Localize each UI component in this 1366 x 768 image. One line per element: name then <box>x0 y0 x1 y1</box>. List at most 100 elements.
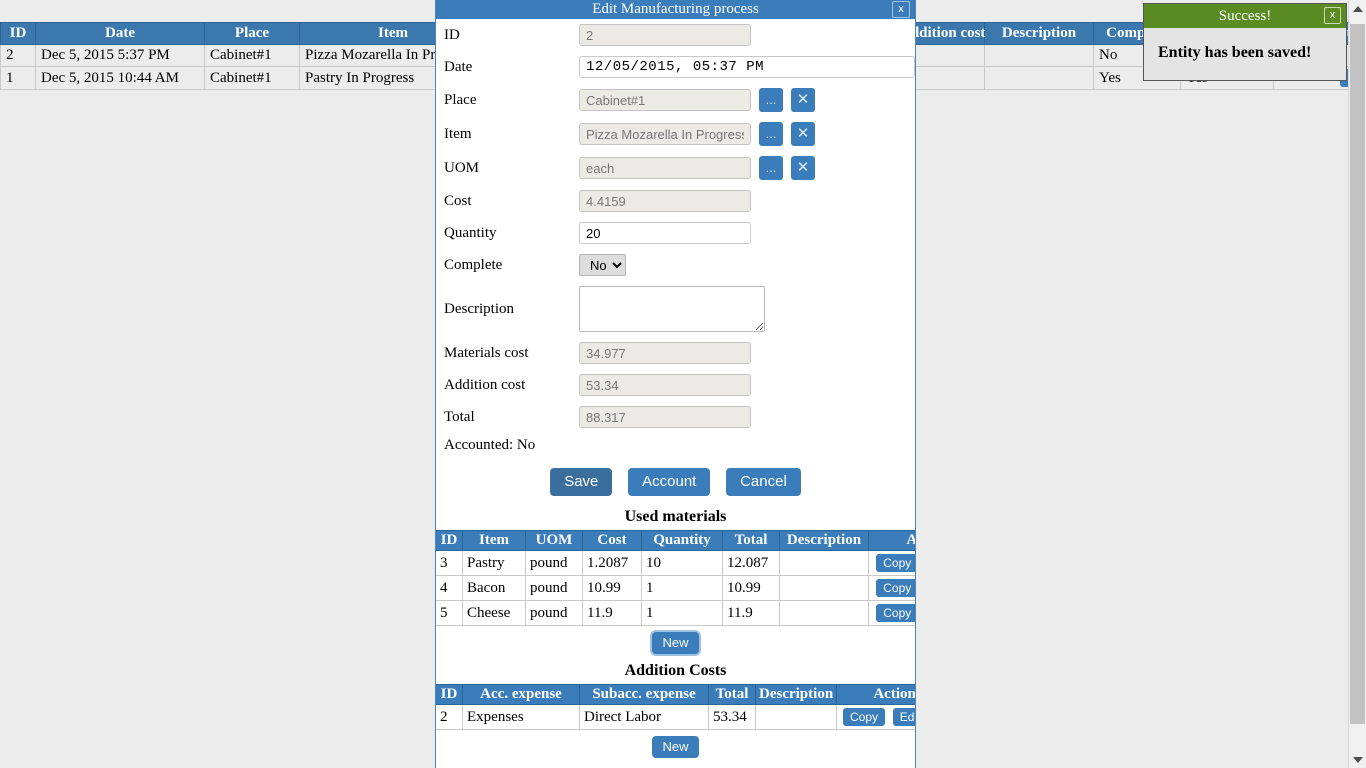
column-header-description: Description <box>780 531 869 551</box>
scroll-up-icon[interactable] <box>1349 0 1366 17</box>
item-picker-button[interactable]: ... <box>759 122 783 146</box>
column-header-cost: Cost <box>583 531 642 551</box>
id-input[interactable] <box>579 24 751 46</box>
cell-date: Dec 5, 2015 5:37 PM <box>36 45 205 67</box>
page-scrollbar[interactable] <box>1348 0 1366 768</box>
field-row-id: ID <box>436 19 915 51</box>
uom-picker-button[interactable]: ... <box>759 156 783 180</box>
accounted-status: Accounted: No <box>436 433 915 456</box>
notification-title: Success! <box>1219 8 1272 24</box>
cell-cost: 11.9 <box>583 601 642 626</box>
used-materials-table: ID Item UOM Cost Quantity Total Descript… <box>435 530 916 626</box>
cell-actions: Copy Reverse <box>869 576 917 601</box>
account-button[interactable]: Account <box>628 468 710 496</box>
cell-acc-expense: Expenses <box>463 705 580 730</box>
cell-total: 12.087 <box>723 551 780 576</box>
cell-description <box>780 601 869 626</box>
cell-total: 11.9 <box>723 601 780 626</box>
column-header-id: ID <box>436 531 463 551</box>
addition-costs-new-row: New <box>436 730 915 764</box>
uom-input[interactable] <box>579 157 751 179</box>
dialog-action-buttons: Save Account Cancel <box>436 456 915 506</box>
column-header-total: Total <box>723 531 780 551</box>
column-header-acc-expense: Acc. expense <box>463 685 580 705</box>
addition-costs-title: Addition Costs <box>436 660 915 684</box>
copy-button[interactable]: Copy <box>876 604 916 622</box>
cost-input[interactable] <box>579 190 751 212</box>
column-header-quantity: Quantity <box>642 531 723 551</box>
cell-description <box>756 705 837 730</box>
notification-close-icon[interactable]: x <box>1324 7 1341 24</box>
cell-uom: pound <box>526 576 583 601</box>
field-row-quantity: Quantity <box>436 217 915 249</box>
table-row: 2 Expenses Direct Labor 53.34 Copy Edit … <box>436 705 917 730</box>
column-header-description: Description <box>756 685 837 705</box>
edit-button[interactable]: Edit <box>893 708 916 726</box>
cell-cost: 10.99 <box>583 576 642 601</box>
scroll-down-icon[interactable] <box>1349 751 1366 768</box>
cell-uom: pound <box>526 601 583 626</box>
table-header-row: ID Item UOM Cost Quantity Total Descript… <box>436 531 917 551</box>
label-date: Date <box>444 59 579 76</box>
dialog-body: ID Date Place ... ✕ Item ... ✕ UOM ... ✕… <box>436 19 915 764</box>
cell-description <box>985 67 1094 90</box>
place-picker-button[interactable]: ... <box>759 88 783 112</box>
description-textarea[interactable] <box>579 286 765 332</box>
field-row-total: Total <box>436 401 915 433</box>
column-header-id[interactable]: ID <box>1 23 36 45</box>
field-row-materials-cost: Materials cost <box>436 337 915 369</box>
cell-description <box>780 576 869 601</box>
place-clear-icon[interactable]: ✕ <box>791 88 815 112</box>
place-input[interactable] <box>579 89 751 111</box>
used-materials-title: Used materials <box>436 506 915 530</box>
column-header-description[interactable]: Description <box>985 23 1094 45</box>
column-header-actions: Actions <box>837 685 917 705</box>
field-row-place: Place ... ✕ <box>436 83 915 117</box>
field-row-cost: Cost <box>436 185 915 217</box>
dialog-title: Edit Manufacturing process <box>592 1 759 17</box>
item-clear-icon[interactable]: ✕ <box>791 122 815 146</box>
quantity-input[interactable] <box>579 222 751 244</box>
copy-button[interactable]: Copy <box>876 554 916 572</box>
cancel-button[interactable]: Cancel <box>726 468 801 496</box>
field-row-description: Description <box>436 281 915 337</box>
label-cost: Cost <box>444 193 579 210</box>
notification-message: Entity has been saved! <box>1144 28 1346 80</box>
field-row-addition-cost: Addition cost <box>436 369 915 401</box>
cell-place: Cabinet#1 <box>205 45 300 67</box>
cell-quantity: 1 <box>642 601 723 626</box>
cell-description <box>985 45 1094 67</box>
label-description: Description <box>444 301 579 318</box>
item-input[interactable] <box>579 123 751 145</box>
addition-costs-table: ID Acc. expense Subacc. expense Total De… <box>435 684 916 730</box>
complete-select[interactable]: No <box>579 254 626 276</box>
column-header-date[interactable]: Date <box>36 23 205 45</box>
copy-button[interactable]: Copy <box>843 708 885 726</box>
cell-id: 2 <box>436 705 463 730</box>
column-header-subacc-expense: Subacc. expense <box>580 685 709 705</box>
table-row: 3 Pastry pound 1.2087 10 12.087 Copy Rev… <box>436 551 917 576</box>
label-complete: Complete <box>444 257 579 274</box>
uom-clear-icon[interactable]: ✕ <box>791 156 815 180</box>
addition-cost-input[interactable] <box>579 374 751 396</box>
label-uom: UOM <box>444 160 579 177</box>
materials-cost-input[interactable] <box>579 342 751 364</box>
date-input[interactable] <box>579 56 915 78</box>
save-button[interactable]: Save <box>550 468 612 496</box>
scrollbar-thumb[interactable] <box>1350 24 1365 724</box>
total-input[interactable] <box>579 406 751 428</box>
column-header-place[interactable]: Place <box>205 23 300 45</box>
copy-button[interactable]: Copy <box>876 579 916 597</box>
close-icon[interactable]: x <box>892 1 910 18</box>
table-row: 4 Bacon pound 10.99 1 10.99 Copy Reverse <box>436 576 917 601</box>
label-place: Place <box>444 92 579 109</box>
field-row-complete: Complete No <box>436 249 915 281</box>
cell-cost: 1.2087 <box>583 551 642 576</box>
cell-actions: Copy Reverse <box>869 551 917 576</box>
new-addition-cost-button[interactable]: New <box>652 736 698 758</box>
edit-manufacturing-process-dialog: Edit Manufacturing process x ID Date Pla… <box>435 0 916 768</box>
column-header-item: Item <box>463 531 526 551</box>
success-notification: Success! x Entity has been saved! <box>1143 3 1347 81</box>
cell-item: Cheese <box>463 601 526 626</box>
new-material-button[interactable]: New <box>652 632 698 654</box>
